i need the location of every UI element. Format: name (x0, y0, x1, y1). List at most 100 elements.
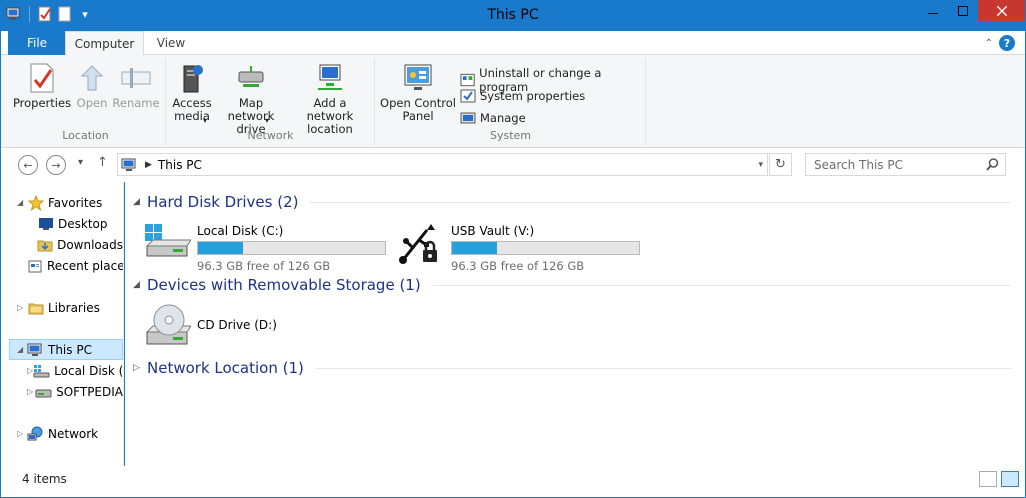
breadcrumb-this-pc[interactable]: This PC (158, 158, 202, 172)
nav-item-network[interactable]: ▷ Network (17, 423, 123, 444)
group-location: Properties Open Rename Location (6, 58, 166, 145)
nav-item-label: This PC (48, 342, 92, 357)
system-properties-icon (460, 89, 476, 103)
open-control-panel-label: Open Control Panel (380, 96, 456, 123)
nav-item-favorites[interactable]: ◢ Favorites (17, 192, 123, 213)
window-controls (918, 0, 1025, 21)
navigation-bar: ← → ▾ ↑ ▶ This PC ▾ ↻ Search This PC (1, 148, 1025, 182)
breadcrumb-chevron-icon[interactable]: ▶ (145, 160, 152, 170)
tab-view[interactable]: View (146, 31, 196, 55)
dropdown-icon: ▾ (203, 116, 208, 125)
computer-icon (27, 342, 44, 358)
network-icon (27, 426, 44, 442)
drive-usage-bar (451, 241, 640, 255)
help-icon[interactable]: ? (999, 35, 1015, 51)
section-heading: Hard Disk Drives (2) (147, 193, 299, 211)
window-title: This PC (487, 7, 539, 23)
large-icons-view-icon[interactable] (1001, 471, 1019, 487)
forward-icon[interactable]: → (46, 155, 66, 175)
maximize-icon[interactable] (948, 0, 978, 21)
minimize-icon[interactable] (918, 0, 948, 21)
nav-item-label: Downloads (57, 237, 123, 252)
section-removable-storage[interactable]: ◢ Devices with Removable Storage (1) (133, 276, 1011, 294)
drive-usage-fill (198, 242, 243, 254)
system-properties-label: System properties (480, 89, 586, 103)
nav-item-label: Libraries (48, 300, 100, 315)
network-location-icon (314, 62, 346, 94)
manage-icon (460, 112, 476, 124)
collapse-arrow-icon[interactable]: ◢ (133, 197, 141, 207)
section-heading: Network Location (1) (147, 359, 304, 377)
properties-icon (26, 62, 58, 94)
section-divider (310, 201, 1011, 203)
search-input[interactable]: Search This PC (805, 153, 1006, 176)
search-placeholder: Search This PC (814, 157, 903, 172)
section-hard-disk-drives[interactable]: ◢ Hard Disk Drives (2) (133, 193, 1011, 211)
open-label: Open (76, 96, 108, 110)
expand-arrow-icon[interactable]: ◢ (17, 198, 27, 207)
group-system: Open Control Panel Uninstall or change a… (376, 58, 646, 145)
section-network-location[interactable]: ▷ Network Location (1) (133, 359, 1011, 377)
drive-usage-bar (197, 241, 386, 255)
drive-local-disk-c[interactable]: Local Disk (C:) 96.3 GB free of 126 GB (143, 220, 393, 273)
nav-item-label: Desktop (58, 216, 108, 231)
control-panel-icon (402, 62, 434, 94)
rename-button[interactable]: Rename (112, 62, 160, 110)
hard-disk-icon (33, 363, 50, 379)
refresh-icon[interactable]: ↻ (769, 153, 792, 176)
tab-file[interactable]: File (8, 31, 66, 55)
system-properties-button[interactable]: System properties (460, 88, 585, 104)
recent-places-icon (27, 258, 43, 274)
title-bar: ▾ This PC (0, 0, 1026, 31)
details-view-icon[interactable] (979, 471, 997, 487)
nav-item-libraries[interactable]: ▷ Libraries (17, 297, 123, 318)
expand-arrow-icon[interactable]: ▷ (17, 429, 27, 438)
collapse-arrow-icon[interactable]: ◢ (133, 280, 141, 290)
manage-label: Manage (480, 111, 526, 125)
properties-label: Properties (12, 96, 72, 110)
cd-drive-icon (145, 304, 191, 345)
recent-locations-dropdown-icon[interactable]: ▾ (78, 157, 83, 168)
chevron-up-icon[interactable]: ⌃ (985, 38, 993, 49)
access-media-button[interactable]: Access media ▾ (171, 62, 213, 125)
tab-computer[interactable]: Computer (65, 31, 144, 56)
nav-item-desktop[interactable]: Desktop (27, 213, 123, 234)
up-icon[interactable]: ↑ (97, 155, 108, 170)
nav-item-label: Recent places (47, 258, 123, 273)
back-icon[interactable]: ← (18, 155, 38, 175)
open-control-panel-button[interactable]: Open Control Panel (380, 62, 456, 123)
expand-arrow-icon[interactable]: ▷ (17, 303, 27, 312)
manage-button[interactable]: Manage (460, 110, 526, 126)
expand-arrow-icon[interactable]: ▷ (27, 387, 35, 396)
drive-name: Local Disk (C:) (197, 224, 284, 238)
close-icon[interactable] (978, 0, 1025, 21)
address-bar[interactable]: ▶ This PC ▾ (117, 153, 768, 176)
nav-item-local-disk[interactable]: ▷ Local Disk (C:) (27, 360, 123, 381)
expand-arrow-icon[interactable]: ◢ (17, 345, 27, 354)
status-bar: 4 items (1, 466, 1025, 497)
nav-item-softpedia[interactable]: ▷ SOFTPEDIA (27, 381, 123, 402)
nav-item-recent-places[interactable]: Recent places (27, 255, 123, 276)
item-count: 4 items (22, 472, 67, 486)
drive-cd-d[interactable]: CD Drive (D:) (143, 302, 343, 352)
drive-name: USB Vault (V:) (451, 224, 535, 238)
address-dropdown-icon[interactable]: ▾ (758, 160, 763, 170)
hard-disk-icon (145, 224, 191, 257)
map-network-drive-button[interactable]: Map network drive ▾ (215, 62, 287, 136)
search-icon[interactable] (986, 158, 999, 171)
drive-free-space: 96.3 GB free of 126 GB (197, 259, 331, 273)
libraries-icon (27, 300, 44, 316)
nav-item-this-pc[interactable]: ◢ This PC (9, 339, 123, 360)
nav-item-downloads[interactable]: Downloads (27, 234, 123, 255)
rename-label: Rename (112, 96, 160, 110)
nav-item-label: Local Disk (C:) (54, 363, 123, 378)
expand-arrow-icon[interactable]: ▷ (133, 363, 141, 373)
rename-icon (120, 62, 152, 94)
media-server-icon (176, 62, 208, 94)
properties-button[interactable]: Properties (12, 62, 72, 110)
add-network-location-button[interactable]: Add a network location (289, 62, 371, 136)
nav-item-label: Favorites (48, 195, 103, 210)
drive-usb-vault-v[interactable]: USB Vault (V:) 96.3 GB free of 126 GB (397, 220, 647, 273)
open-button[interactable]: Open (74, 62, 110, 110)
section-divider (432, 284, 1011, 286)
